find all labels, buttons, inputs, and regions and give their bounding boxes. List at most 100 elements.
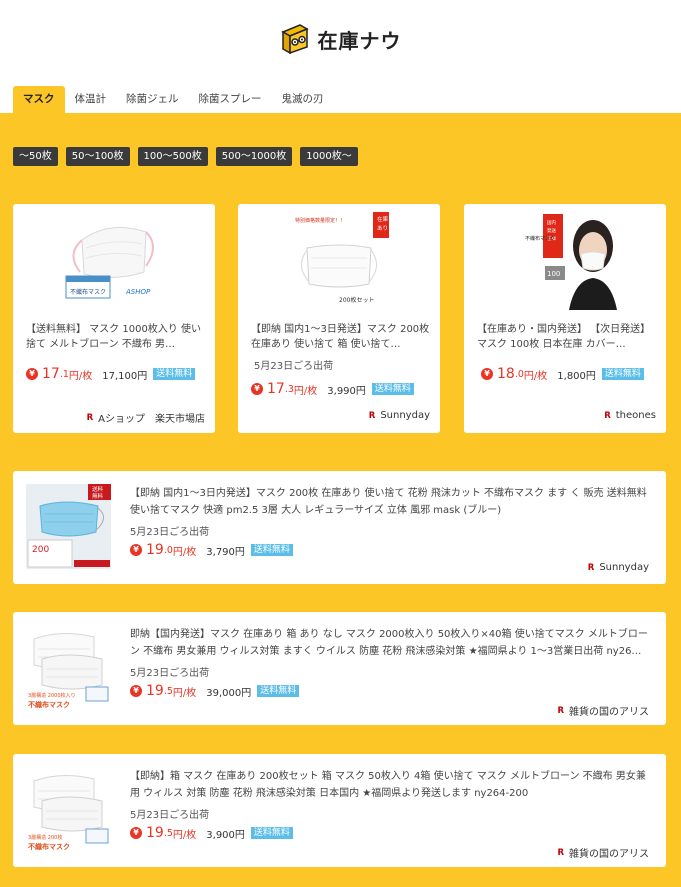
price-decimal: .5 (163, 685, 173, 697)
product-image[interactable]: 送料 無料 200 (26, 484, 111, 569)
image-label: 不織布マスク (28, 700, 70, 709)
free-shipping-badge: 送料無料 (250, 827, 293, 839)
product-list-item[interactable]: 3層構造 200枚 不織布マスク 【即納】箱 マスク 在庫あり 200枚セット … (13, 754, 666, 867)
price-decimal: .1 (59, 368, 69, 380)
total-price: 17,100円 (102, 370, 148, 382)
product-title[interactable]: 即納【国内発送】マスク 在庫あり 箱 あり なし マスク 2000枚入り 50枚… (130, 626, 650, 660)
price-integer: 18 (497, 366, 515, 382)
ship-date: 5月23日ごろ出荷 (130, 810, 210, 821)
filter-chip[interactable]: 100〜500枚 (137, 147, 208, 166)
tab-sanitizer-gel[interactable]: 除菌ジェル (116, 86, 189, 113)
svg-text:ASHOP: ASHOP (125, 288, 151, 296)
total-price: 3,990円 (327, 385, 366, 397)
total-price: 3,900円 (206, 829, 245, 841)
shop-name[interactable]: R 雑貨の国のアリス (557, 703, 649, 719)
product-list-item[interactable]: 3層構造 2000枚入り 不織布マスク 即納【国内発送】マスク 在庫あり 箱 あ… (13, 612, 666, 725)
shop-label: Aショップ 楽天市場店 (98, 414, 205, 425)
rakuten-icon: R (86, 412, 94, 423)
image-label: 不織布マスク (28, 842, 70, 851)
shop-name[interactable]: R Sunnyday (369, 410, 430, 421)
shop-label: Sunnyday (599, 562, 649, 573)
filter-chip[interactable]: 500〜1000枚 (215, 147, 293, 166)
filter-chip[interactable]: 〜50枚 (13, 147, 58, 166)
svg-text:特別価格数量限定！！: 特別価格数量限定！！ (295, 217, 345, 224)
price-unit: 円/枚 (172, 829, 197, 841)
yen-icon: ¥ (130, 685, 142, 697)
free-shipping-badge: 送料無料 (601, 368, 644, 380)
svg-text:無料: 無料 (92, 492, 104, 500)
rakuten-icon: R (604, 410, 611, 421)
shop-label: 雑貨の国のアリス (569, 707, 649, 718)
svg-text:3層構造 200枚: 3層構造 200枚 (28, 834, 62, 841)
category-tabs: マスク 体温計 除菌ジェル 除菌スプレー 鬼滅の刃 (13, 86, 334, 113)
price-unit: 円/枚 (172, 687, 197, 699)
shop-name[interactable]: R theones (604, 410, 656, 421)
tab-thermometer[interactable]: 体温計 (65, 86, 117, 113)
tab-sanitizer-spray[interactable]: 除菌スプレー (189, 86, 272, 113)
tab-kimetsu[interactable]: 鬼滅の刃 (272, 86, 334, 113)
product-title[interactable]: 【即納 国内1〜3日内発送】マスク 200枚 在庫あり 使い捨て 花粉 飛沫カッ… (130, 485, 650, 519)
quantity-filters: 〜50枚 50〜100枚 100〜500枚 500〜1000枚 1000枚〜 (13, 147, 358, 166)
svg-text:発送: 発送 (547, 227, 556, 234)
product-image[interactable]: 3層構造 2000枚入り 不織布マスク (26, 625, 111, 710)
price-decimal: .0 (514, 368, 524, 380)
logo-icon[interactable] (280, 23, 310, 55)
free-shipping-badge: 送料無料 (371, 383, 414, 395)
product-title[interactable]: 【送料無料】 マスク 1000枚入り 使い捨て メルトブローン 不織布 男… (26, 322, 205, 352)
product-title[interactable]: 【即納 国内1〜3日発送】マスク 200枚 在庫あり 使い捨て 箱 使い捨て… (251, 322, 430, 352)
svg-text:在庫: 在庫 (377, 215, 389, 223)
product-title[interactable]: 【在庫あり・国内発送】 【次日発送】マスク 100枚 日本在庫 カバー… (477, 322, 656, 352)
rakuten-icon: R (557, 705, 564, 716)
product-image[interactable]: 3層構造 200枚 不織布マスク (26, 767, 111, 852)
image-label: 200枚セット (339, 296, 374, 304)
svg-text:3層構造 2000枚入り: 3層構造 2000枚入り (28, 692, 76, 699)
price-integer: 19 (146, 542, 164, 558)
product-card[interactable]: 国内 発送 在庫 不織布マスク 100 【在庫あり・国内発送】 【次日発送】マス… (464, 204, 666, 433)
shop-name[interactable]: R Sunnyday (588, 562, 649, 573)
product-image[interactable]: 国内 発送 在庫 不織布マスク 100 (505, 210, 625, 310)
tab-mask[interactable]: マスク (13, 86, 65, 113)
shop-label: 雑貨の国のアリス (569, 849, 649, 860)
total-price: 3,790円 (206, 546, 245, 558)
brand-name[interactable]: 在庫ナウ (318, 25, 402, 54)
image-label: 不織布マスク (70, 288, 106, 296)
yen-icon: ¥ (251, 383, 263, 395)
product-title[interactable]: 【即納】箱 マスク 在庫あり 200枚セット 箱 マスク 50枚入り 4箱 使い… (130, 768, 650, 802)
total-price: 39,000円 (206, 687, 252, 699)
image-label: 不織布マスク (525, 235, 555, 242)
shop-name[interactable]: R 雑貨の国のアリス (557, 845, 649, 861)
shop-label: theones (615, 410, 656, 421)
yen-icon: ¥ (130, 827, 142, 839)
product-image[interactable]: 不織布マスク ASHOP (54, 210, 174, 310)
product-card[interactable]: 不織布マスク ASHOP 【送料無料】 マスク 1000枚入り 使い捨て メルト… (13, 204, 215, 433)
price-unit: 円/枚 (68, 370, 93, 382)
price-row: ¥ 19.5 円/枚 3,900円 送料無料 (130, 825, 293, 841)
product-image[interactable]: 特別価格数量限定！！ 在庫 あり 200枚セット (279, 210, 399, 310)
filter-chip[interactable]: 1000枚〜 (300, 147, 358, 166)
free-shipping-badge: 送料無料 (257, 685, 300, 697)
filter-chip[interactable]: 50〜100枚 (65, 147, 130, 166)
rakuten-icon: R (557, 847, 564, 858)
total-price: 1,800円 (557, 370, 596, 382)
site-header: 在庫ナウ (0, 0, 681, 78)
price-decimal: .5 (163, 827, 173, 839)
price-row: ¥ 17.3 円/枚 3,990円 送料無料 (251, 381, 414, 397)
yen-icon: ¥ (26, 368, 38, 380)
ship-date: 5月23日ごろ出荷 (254, 361, 334, 372)
shop-name[interactable]: R Aショップ 楽天市場店 (86, 410, 205, 426)
ship-date: 5月23日ごろ出荷 (130, 527, 210, 538)
price-row: ¥ 19.5 円/枚 39,000円 送料無料 (130, 683, 300, 699)
free-shipping-badge: 送料無料 (153, 368, 196, 380)
rakuten-icon: R (587, 562, 595, 573)
svg-text:あり: あり (377, 225, 388, 232)
svg-text:国内: 国内 (547, 219, 556, 226)
price-integer: 19 (146, 825, 164, 841)
free-shipping-badge: 送料無料 (250, 544, 293, 556)
price-unit: 円/枚 (172, 546, 197, 558)
price-integer: 19 (146, 683, 164, 699)
svg-text:100: 100 (547, 270, 560, 278)
price-integer: 17 (42, 366, 60, 382)
product-list-item[interactable]: 送料 無料 200 【即納 国内1〜3日内発送】マスク 200枚 在庫あり 使い… (13, 471, 666, 584)
product-card[interactable]: 特別価格数量限定！！ 在庫 あり 200枚セット 【即納 国内1〜3日発送】マス… (238, 204, 440, 433)
price-unit: 円/枚 (523, 370, 548, 382)
